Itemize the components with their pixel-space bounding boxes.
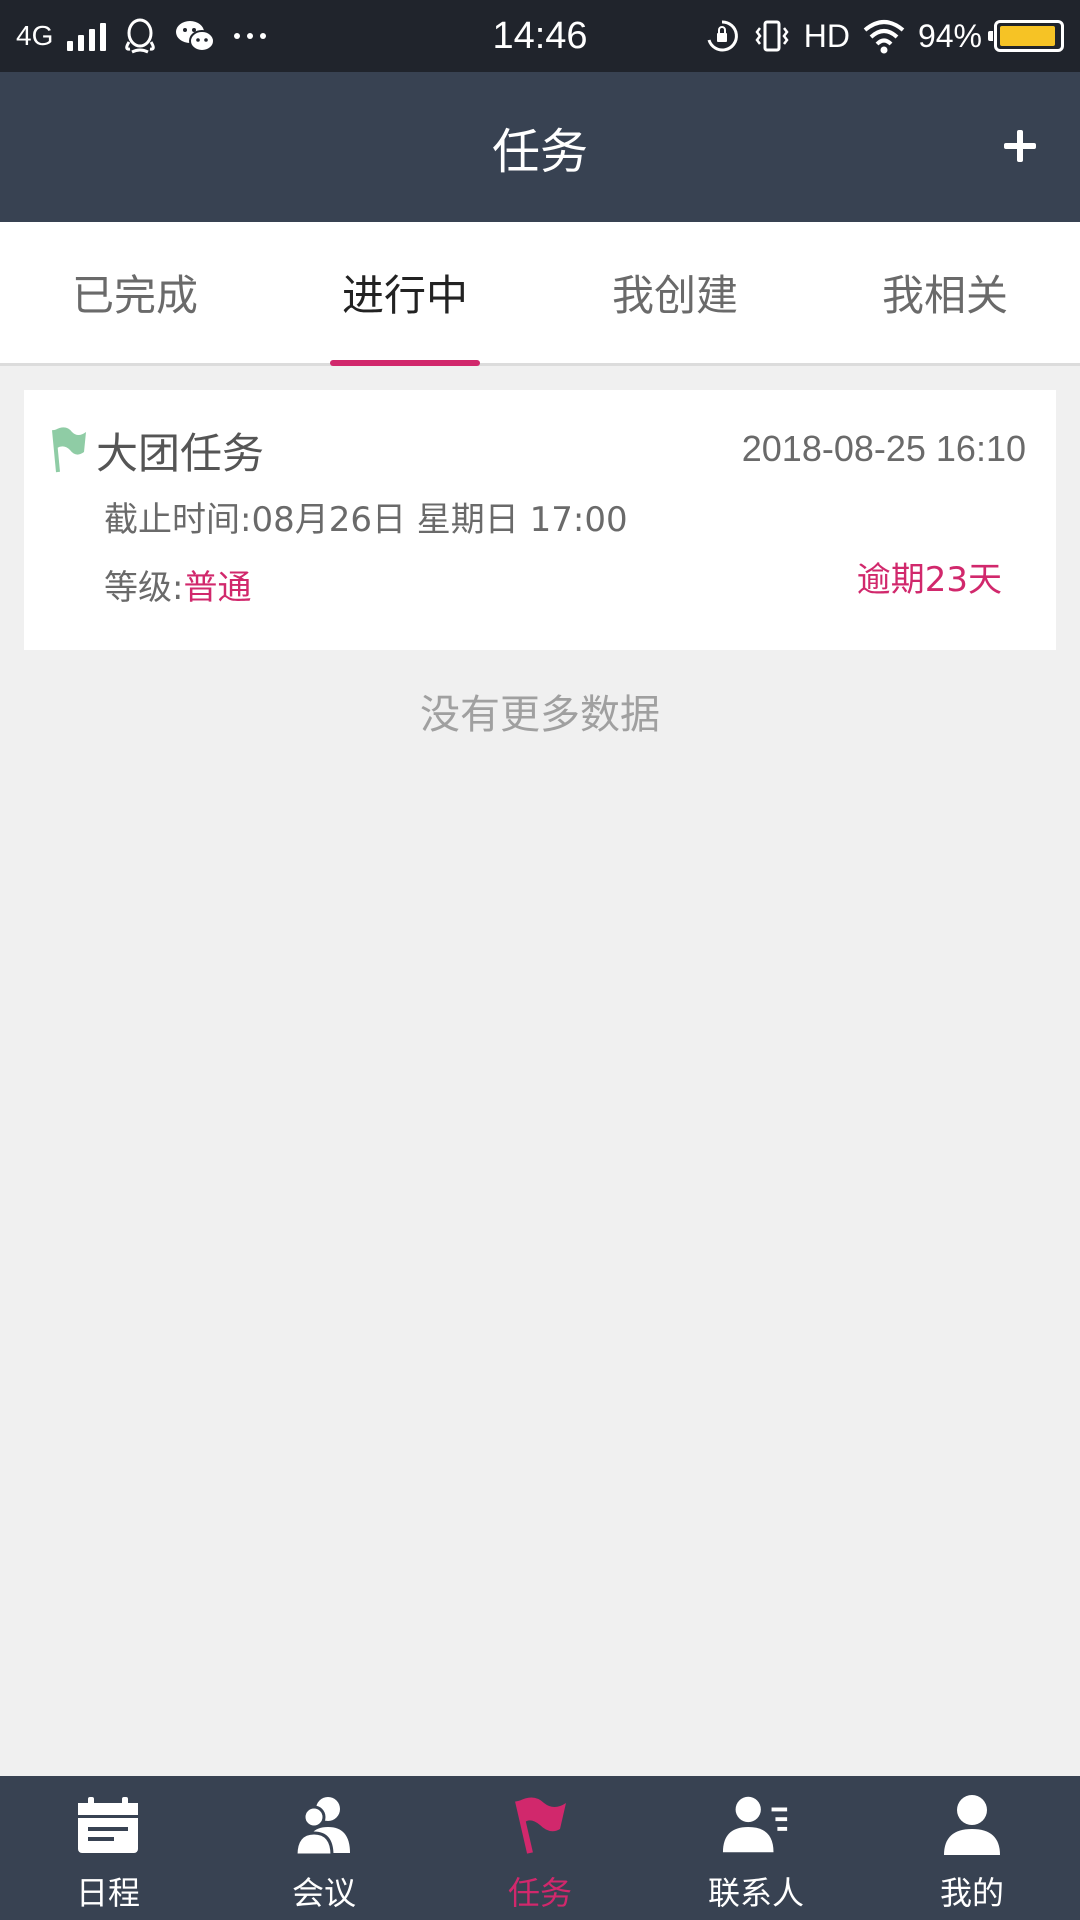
nav-label: 我的 bbox=[939, 1874, 1004, 1912]
app-header: 任务 bbox=[0, 72, 1080, 222]
tab-label: 我创建 bbox=[611, 271, 738, 320]
status-bar: 4G 14:46 HD 94% bbox=[0, 0, 1080, 72]
contacts-icon bbox=[722, 1796, 788, 1853]
battery-icon bbox=[988, 20, 1064, 52]
tab-in-progress[interactable]: 进行中 bbox=[270, 222, 540, 366]
nav-item-meeting[interactable]: 会议 bbox=[216, 1776, 432, 1920]
nav-item-me[interactable]: 我的 bbox=[864, 1776, 1080, 1920]
profile-icon bbox=[944, 1795, 1000, 1855]
meeting-icon bbox=[294, 1797, 350, 1857]
wifi-icon bbox=[863, 20, 905, 54]
add-task-button[interactable] bbox=[990, 116, 1050, 176]
nav-label: 联系人 bbox=[707, 1874, 804, 1912]
task-overdue-badge: 逾期23天 bbox=[856, 560, 1002, 600]
hd-indicator: HD bbox=[803, 17, 850, 54]
battery-percent: 94% bbox=[917, 17, 982, 54]
calendar-icon bbox=[78, 1797, 138, 1853]
flag-icon bbox=[52, 427, 86, 473]
plus-icon bbox=[1004, 130, 1036, 162]
task-created-time: 2018-08-25 16:10 bbox=[741, 428, 1026, 469]
nav-label: 会议 bbox=[291, 1874, 356, 1912]
list-end-message: 没有更多数据 bbox=[420, 692, 660, 738]
tab-created-by-me[interactable]: 我创建 bbox=[540, 222, 810, 363]
active-tab-indicator bbox=[330, 360, 480, 366]
task-level-value: 普通 bbox=[183, 568, 252, 608]
task-level-label: 等级: bbox=[104, 568, 184, 608]
nav-item-tasks[interactable]: 任务 bbox=[432, 1776, 648, 1920]
vibrate-icon bbox=[755, 20, 789, 52]
tab-label: 我相关 bbox=[881, 271, 1008, 320]
status-right: HD 94% bbox=[704, 0, 1064, 72]
battery-level bbox=[1000, 26, 1055, 46]
tab-label: 已完成 bbox=[71, 271, 198, 320]
nav-label: 任务 bbox=[507, 1874, 572, 1912]
task-title: 大团任务 bbox=[96, 429, 265, 478]
tab-label: 进行中 bbox=[341, 271, 468, 320]
nav-item-contacts[interactable]: 联系人 bbox=[648, 1776, 864, 1920]
nav-label: 日程 bbox=[75, 1874, 140, 1912]
flag-icon bbox=[515, 1797, 566, 1854]
task-tabs: 已完成 进行中 我创建 我相关 bbox=[0, 222, 1080, 366]
rotation-lock-icon bbox=[707, 20, 738, 52]
tab-completed[interactable]: 已完成 bbox=[0, 222, 270, 363]
tab-related-to-me[interactable]: 我相关 bbox=[810, 222, 1080, 363]
nav-item-schedule[interactable]: 日程 bbox=[0, 1776, 216, 1920]
page-title: 任务 bbox=[491, 124, 588, 180]
task-level: 等级:普通 bbox=[104, 560, 251, 609]
task-card[interactable]: 大团任务 2018-08-25 16:10 截止时间:08月26日 星期日 17… bbox=[24, 390, 1056, 650]
task-deadline: 截止时间:08月26日 星期日 17:00 bbox=[104, 500, 628, 540]
bottom-navigation: 日程 会议 任务 联系人 我的 bbox=[0, 1776, 1080, 1920]
